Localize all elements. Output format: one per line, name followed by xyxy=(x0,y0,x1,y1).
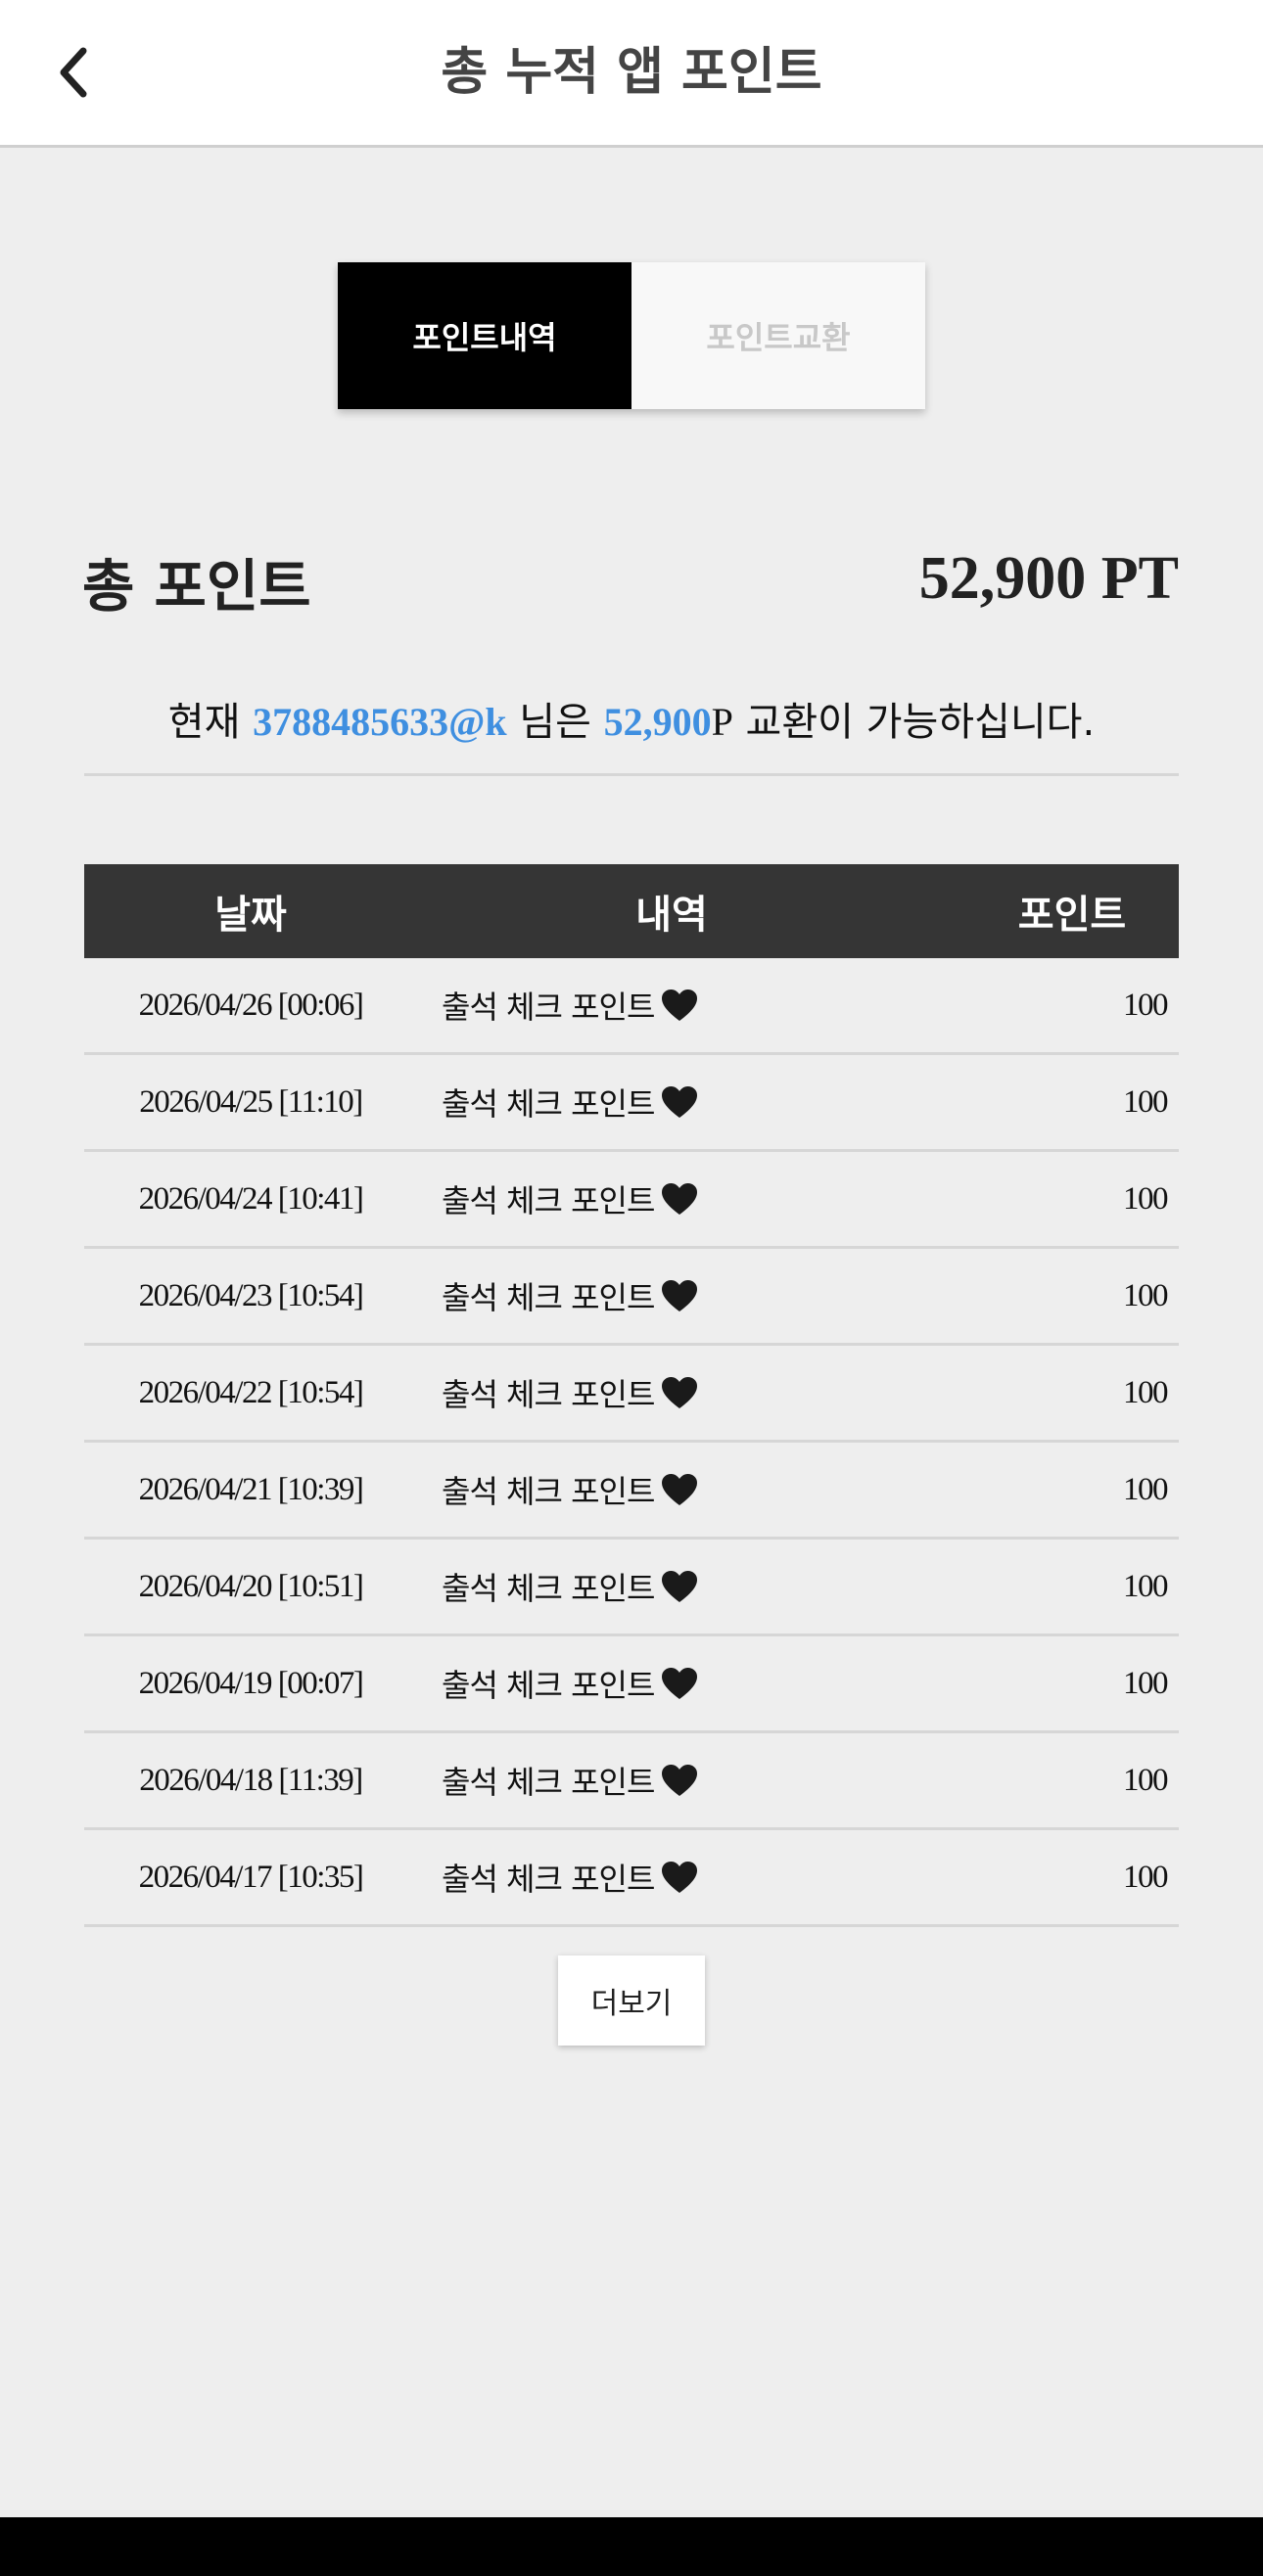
row-desc-text: 출석 체크 포인트 xyxy=(442,1279,655,1316)
notice-middle: 님은 xyxy=(506,700,604,745)
black-heart-icon xyxy=(662,1668,698,1699)
black-heart-icon xyxy=(662,1765,698,1796)
row-date: 2026/04/19 [00:07] xyxy=(138,1665,364,1701)
load-more-button[interactable]: 더보기 xyxy=(558,1955,705,2046)
header-date: 날짜 xyxy=(214,893,287,938)
table-row: 2026/04/23 [10:54] 출석 체크 포인트 100 xyxy=(84,1249,1179,1346)
row-desc: 출석 체크 포인트 xyxy=(417,1661,1024,1706)
notice-p-unit: P xyxy=(711,700,733,744)
row-points: 100 xyxy=(1123,1277,1169,1313)
notice-user-id: 3788485633@k xyxy=(253,700,507,744)
row-desc-text: 출석 체크 포인트 xyxy=(442,1473,655,1510)
row-date: 2026/04/21 [10:39] xyxy=(138,1471,364,1507)
row-points: 100 xyxy=(1123,1374,1169,1410)
tab-point-exchange[interactable]: 포인트교환 xyxy=(632,262,925,409)
table-header: 날짜 내역 포인트 xyxy=(84,864,1179,958)
app-header: 총 누적 앱 포인트 xyxy=(0,0,1263,148)
tab-bar: 포인트내역 포인트교환 xyxy=(338,262,925,409)
header-desc: 내역 xyxy=(635,893,708,938)
row-desc-text: 출석 체크 포인트 xyxy=(442,1182,655,1219)
table-row: 2026/04/22 [10:54] 출석 체크 포인트 100 xyxy=(84,1346,1179,1443)
row-date: 2026/04/17 [10:35] xyxy=(138,1859,364,1895)
notice-points: 52,900 xyxy=(603,700,712,744)
tab-point-history[interactable]: 포인트내역 xyxy=(338,262,632,409)
row-desc: 출석 체크 포인트 xyxy=(417,1855,1024,1900)
row-desc-text: 출석 체크 포인트 xyxy=(442,1764,655,1801)
total-points-value: 52,900 PT xyxy=(918,545,1179,612)
table-row: 2026/04/18 [11:39] 출석 체크 포인트 100 xyxy=(84,1733,1179,1830)
table-row: 2026/04/21 [10:39] 출석 체크 포인트 100 xyxy=(84,1443,1179,1540)
table-row: 2026/04/26 [00:06] 출석 체크 포인트 100 xyxy=(84,958,1179,1055)
black-heart-icon xyxy=(662,1474,698,1505)
row-desc-text: 출석 체크 포인트 xyxy=(442,1861,655,1898)
table-row: 2026/04/17 [10:35] 출석 체크 포인트 100 xyxy=(84,1830,1179,1927)
black-heart-icon xyxy=(662,1086,698,1118)
row-date: 2026/04/24 [10:41] xyxy=(138,1180,364,1217)
black-heart-icon xyxy=(662,1183,698,1215)
row-desc-text: 출석 체크 포인트 xyxy=(442,1667,655,1704)
notice-suffix: 교환이 가능하십니다. xyxy=(732,700,1096,745)
row-date: 2026/04/18 [11:39] xyxy=(139,1762,363,1798)
table-row: 2026/04/24 [10:41] 출석 체크 포인트 100 xyxy=(84,1152,1179,1249)
page-title: 총 누적 앱 포인트 xyxy=(441,43,822,102)
system-nav-bar xyxy=(0,2517,1263,2576)
exchange-notice: 현재 3788485633@k 님은 52,900P 교환이 가능하십니다. xyxy=(0,690,1263,747)
row-date: 2026/04/22 [10:54] xyxy=(138,1374,364,1410)
row-desc: 출석 체크 포인트 xyxy=(417,1370,1024,1415)
row-date: 2026/04/25 [11:10] xyxy=(139,1083,363,1120)
notice-prefix: 현재 xyxy=(167,700,254,745)
black-heart-icon xyxy=(662,989,698,1021)
row-desc-text: 출석 체크 포인트 xyxy=(442,1570,655,1607)
row-desc: 출석 체크 포인트 xyxy=(417,983,1024,1028)
row-date: 2026/04/23 [10:54] xyxy=(138,1277,364,1313)
table-body: 2026/04/26 [00:06] 출석 체크 포인트 100 2026/04/25… xyxy=(84,958,1179,1927)
total-points-label: 총 포인트 xyxy=(82,553,311,620)
table-row: 2026/04/25 [11:10] 출석 체크 포인트 100 xyxy=(84,1055,1179,1152)
table-row: 2026/04/19 [00:07] 출석 체크 포인트 100 xyxy=(84,1636,1179,1733)
points-table: 날짜 내역 포인트 2026/04/26 [00:06] 출석 체크 포인트 100… xyxy=(84,864,1179,1927)
row-points: 100 xyxy=(1123,1471,1169,1507)
row-points: 100 xyxy=(1123,1180,1169,1217)
row-desc-text: 출석 체크 포인트 xyxy=(442,989,655,1026)
row-points: 100 xyxy=(1123,1083,1169,1120)
row-desc: 출석 체크 포인트 xyxy=(417,1273,1024,1318)
black-heart-icon xyxy=(662,1571,698,1602)
table-row: 2026/04/20 [10:51] 출석 체크 포인트 100 xyxy=(84,1540,1179,1636)
row-desc: 출석 체크 포인트 xyxy=(417,1758,1024,1803)
row-points: 100 xyxy=(1123,1568,1169,1604)
row-desc: 출석 체크 포인트 xyxy=(417,1564,1024,1609)
row-points: 100 xyxy=(1123,987,1169,1023)
black-heart-icon xyxy=(662,1862,698,1893)
header-points: 포인트 xyxy=(1017,893,1127,938)
row-desc-text: 출석 체크 포인트 xyxy=(442,1376,655,1413)
black-heart-icon xyxy=(662,1280,698,1311)
row-desc: 출석 체크 포인트 xyxy=(417,1080,1024,1125)
row-desc: 출석 체크 포인트 xyxy=(417,1467,1024,1512)
row-desc-text: 출석 체크 포인트 xyxy=(442,1085,655,1123)
row-points: 100 xyxy=(1123,1762,1169,1798)
row-date: 2026/04/26 [00:06] xyxy=(138,987,364,1023)
row-desc: 출석 체크 포인트 xyxy=(417,1176,1024,1221)
black-heart-icon xyxy=(662,1377,698,1408)
row-date: 2026/04/20 [10:51] xyxy=(138,1568,364,1604)
row-points: 100 xyxy=(1123,1665,1169,1701)
divider xyxy=(84,773,1179,776)
row-points: 100 xyxy=(1123,1859,1169,1895)
